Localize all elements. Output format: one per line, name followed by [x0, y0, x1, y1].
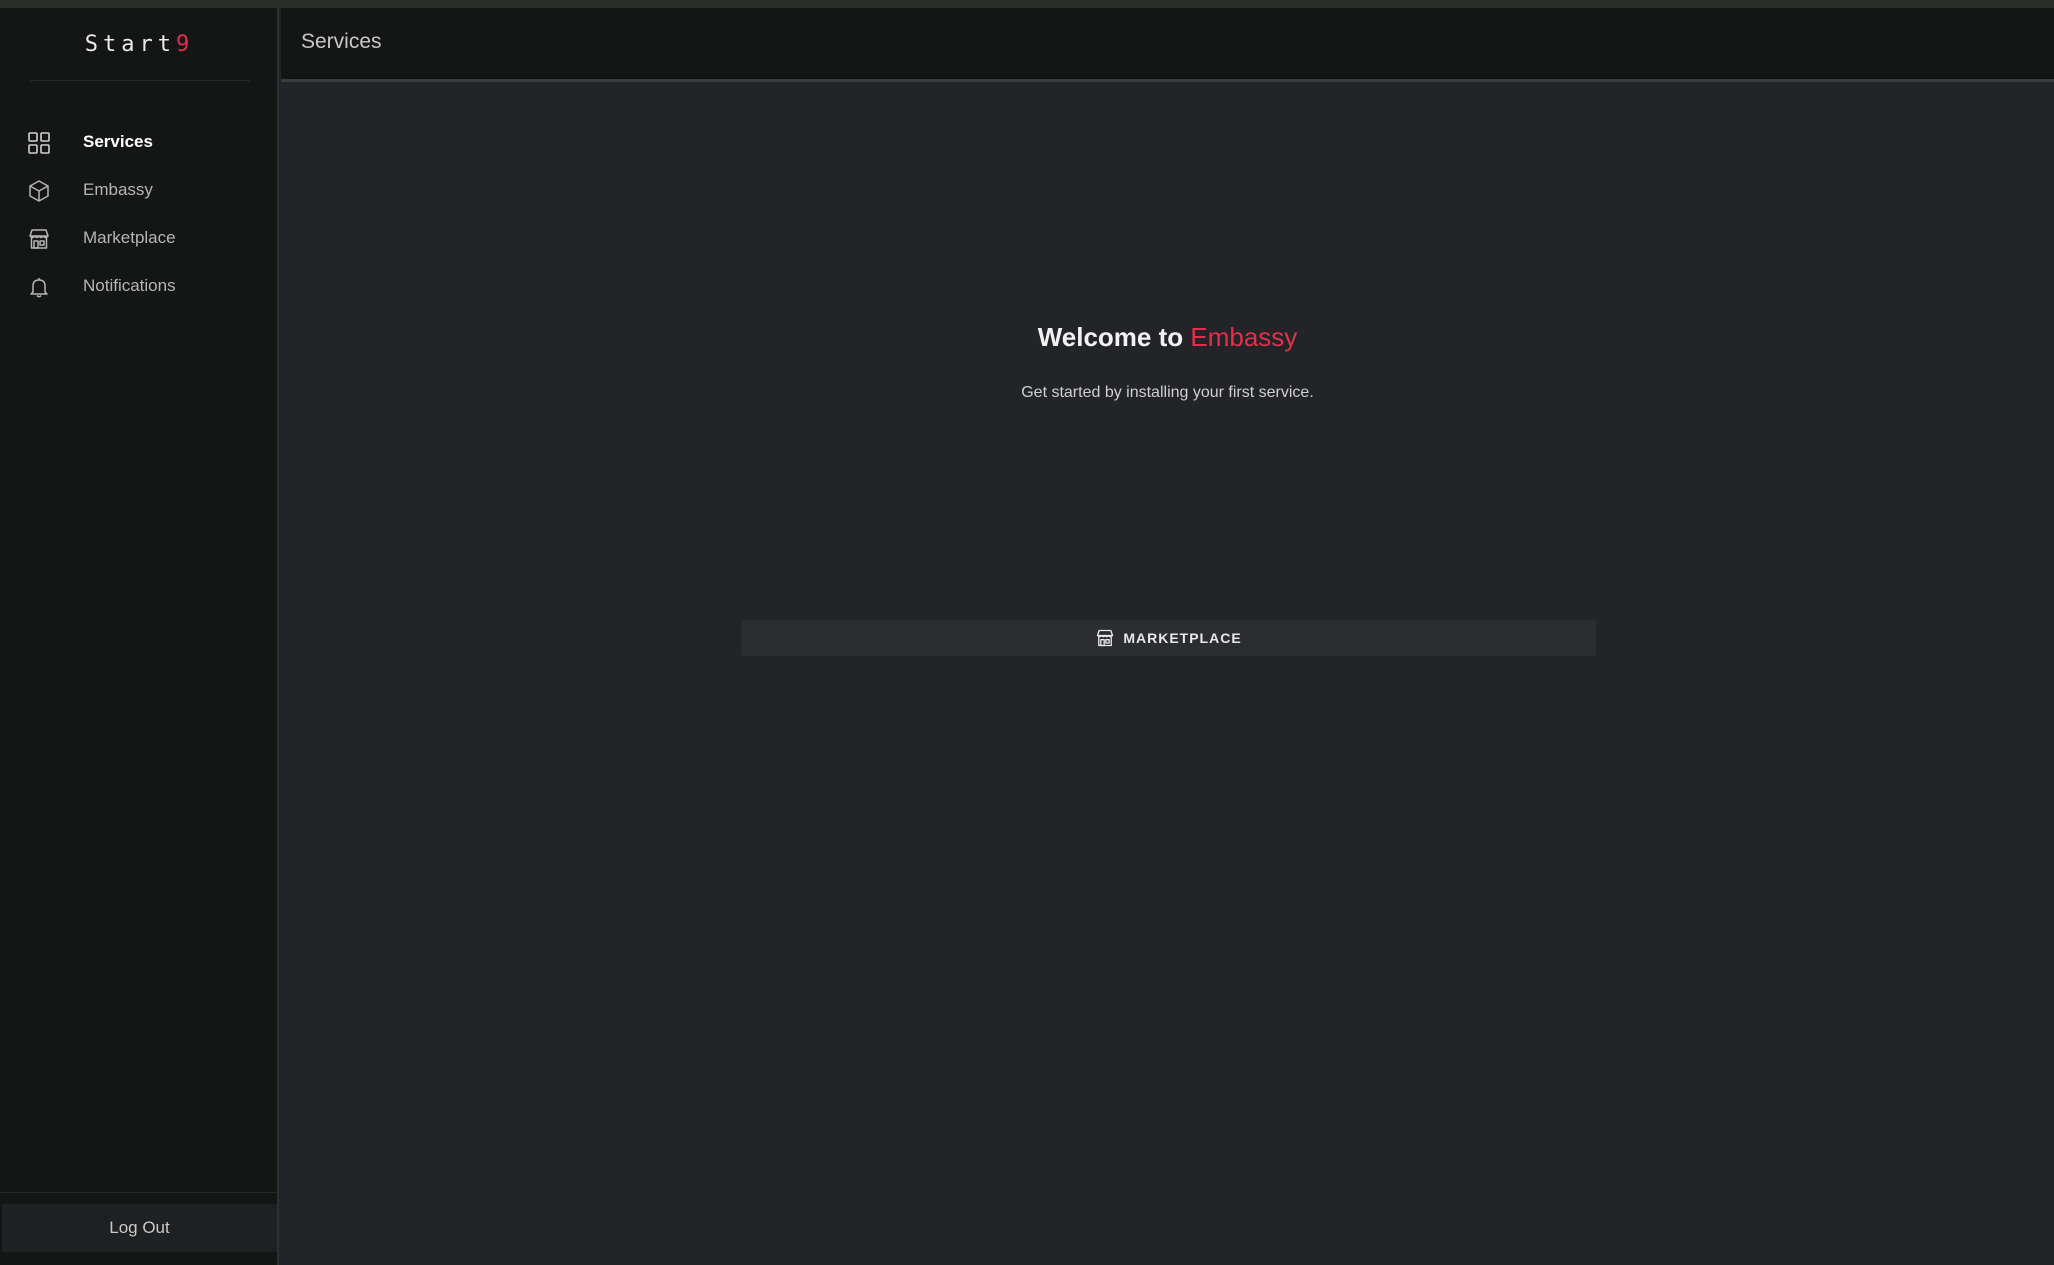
welcome-prefix: Welcome to [1037, 322, 1184, 352]
page-header: Services [281, 8, 2054, 82]
sidebar-item-services[interactable]: Services [0, 118, 279, 166]
logo-accent: 9 [175, 31, 195, 57]
grid-icon [26, 130, 51, 155]
storefront-icon [1095, 628, 1115, 648]
logo-text: Start [84, 31, 176, 57]
logo[interactable]: Start 9 [0, 8, 279, 80]
sidebar-item-label: Marketplace [83, 228, 176, 247]
divider [0, 1192, 277, 1193]
sidebar-item-marketplace[interactable]: Marketplace [0, 214, 279, 262]
sidebar-item-label: Notifications [83, 276, 176, 295]
page-title: Services [301, 30, 382, 53]
welcome-heading: Welcome to Embassy [281, 322, 2054, 353]
welcome-brand: Embassy [1190, 322, 1298, 352]
marketplace-button-label: MARKETPLACE [1123, 630, 1242, 646]
bell-icon [26, 274, 51, 299]
sidebar-item-label: Services [83, 132, 153, 151]
sidebar-item-label: Embassy [83, 180, 153, 199]
welcome-subtitle: Get started by installing your first ser… [1021, 384, 1314, 401]
main-content: Welcome to Embassy Get started by instal… [281, 82, 2054, 1265]
sidebar-item-embassy[interactable]: Embassy [0, 166, 279, 214]
sidebar-item-notifications[interactable]: Notifications [0, 262, 279, 310]
divider [30, 80, 250, 81]
cube-icon [26, 178, 51, 203]
storefront-icon [26, 226, 51, 251]
logout-button[interactable]: Log Out [2, 1204, 277, 1252]
sidebar-nav: Services Embassy Marketplace Notificatio… [0, 118, 279, 310]
marketplace-button[interactable]: MARKETPLACE [741, 620, 1596, 656]
sidebar: Start 9 Services Embassy Marketplace Not… [0, 8, 279, 1265]
top-strip [0, 0, 2054, 8]
